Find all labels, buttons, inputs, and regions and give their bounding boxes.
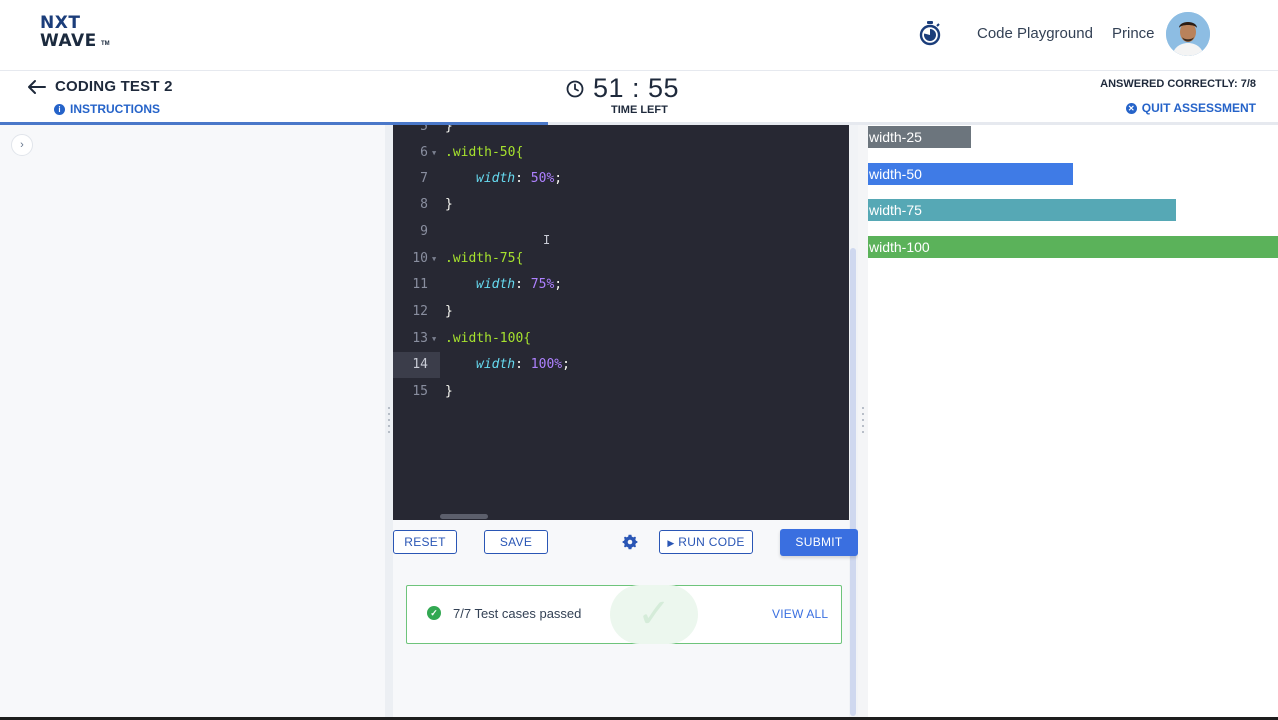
code-text: } [445, 197, 453, 212]
check-circle-icon: ✓ [427, 606, 441, 620]
grip-dot [388, 407, 390, 409]
save-button[interactable]: SAVE [484, 530, 548, 554]
clock-icon [566, 80, 584, 98]
user-name[interactable]: Prince [1112, 25, 1155, 42]
quit-assessment-button[interactable]: ✕ QUIT ASSESSMENT [1125, 101, 1256, 115]
code-text: width: 100%; [476, 357, 570, 372]
instructions-link[interactable]: i INSTRUCTIONS [54, 102, 160, 116]
code-line[interactable]: 15 } [393, 379, 858, 405]
code-text: .width-75{ [445, 251, 524, 266]
line-number: 7 [420, 171, 428, 186]
output-bar-width-100: width-100 [868, 236, 1278, 258]
line-number: 9 [420, 224, 428, 239]
grip-dot [862, 431, 864, 433]
logo-trademark: TM [101, 41, 110, 47]
logo-line-1: NXT [40, 13, 81, 33]
vertical-scrollbar-thumb[interactable] [850, 248, 856, 716]
code-line[interactable]: 9 [393, 219, 858, 245]
code-line-active[interactable]: 14 width: 100%; [393, 352, 858, 378]
code-line[interactable]: 6 ▼ .width-50{ [393, 140, 858, 166]
code-text: } [445, 125, 453, 134]
line-number: 14 [393, 352, 440, 378]
submit-button[interactable]: SUBMIT [780, 529, 858, 556]
code-text: } [445, 384, 453, 399]
code-text: width: 75%; [476, 277, 563, 292]
code-text: .width-50{ [445, 145, 524, 160]
grip-dot [862, 425, 864, 427]
grip-dot [862, 407, 864, 409]
quit-label: QUIT ASSESSMENT [1141, 101, 1256, 115]
close-circle-icon: ✕ [1125, 102, 1137, 114]
output-bar-width-25: width-25 [868, 126, 971, 148]
line-number: 15 [412, 384, 428, 399]
bar-label: width-75 [869, 202, 922, 218]
text-cursor-icon: I [543, 233, 551, 247]
run-code-button[interactable]: ▶ RUN CODE [659, 530, 753, 554]
back-arrow-icon[interactable] [27, 79, 47, 95]
info-icon: i [54, 103, 65, 115]
code-text: width: 50%; [476, 171, 563, 186]
bar-label: width-100 [869, 239, 930, 255]
output-bar-width-50: width-50 [868, 163, 1073, 185]
grip-dot [862, 419, 864, 421]
code-line[interactable]: 10 ▼ .width-75{ [393, 246, 858, 272]
code-line[interactable]: 11 width: 75%; [393, 272, 858, 298]
reset-button[interactable]: RESET [393, 530, 457, 554]
gear-icon[interactable] [622, 534, 638, 550]
chevron-right-icon: › [20, 139, 24, 151]
bar-label: width-50 [869, 166, 922, 182]
avatar-portrait-icon [1166, 12, 1210, 56]
code-editor[interactable]: 5 } 6 ▼ .width-50{ 7 width: 50%; 8 } 9 1… [393, 125, 858, 520]
time-left-value: 51 : 55 [593, 73, 680, 103]
fold-arrow-icon[interactable]: ▼ [432, 246, 436, 272]
grip-dot [388, 419, 390, 421]
logo-line-2: WAVE [40, 31, 97, 51]
line-number: 5 [420, 125, 428, 134]
editor-horizontal-scrollbar[interactable] [440, 514, 488, 519]
view-all-link[interactable]: VIEW ALL [772, 607, 828, 621]
code-text: } [445, 304, 453, 319]
instructions-label: INSTRUCTIONS [70, 102, 160, 116]
code-line[interactable]: 12 } [393, 299, 858, 325]
play-icon: ▶ [667, 538, 675, 548]
line-number: 8 [420, 197, 428, 212]
code-text: .width-100{ [445, 331, 532, 346]
code-line[interactable]: 8 } [393, 192, 858, 218]
question-panel [0, 125, 385, 720]
time-left-label: TIME LEFT [611, 104, 668, 116]
run-code-label: RUN CODE [678, 535, 745, 549]
answered-correctly: ANSWERED CORRECTLY: 7/8 [1100, 78, 1256, 90]
code-line[interactable]: 13 ▼ .width-100{ [393, 326, 858, 352]
bar-label: width-25 [869, 129, 922, 145]
left-resize-handle[interactable] [385, 125, 393, 720]
right-resize-handle[interactable] [858, 125, 868, 720]
grip-dot [862, 413, 864, 415]
fold-arrow-icon[interactable]: ▼ [432, 140, 436, 166]
stopwatch-icon[interactable] [918, 20, 942, 46]
code-line[interactable]: 5 } [393, 125, 858, 140]
grip-dot [388, 413, 390, 415]
expand-panel-button[interactable]: › [11, 134, 33, 156]
code-line[interactable]: 7 width: 50%; [393, 166, 858, 192]
fold-arrow-icon[interactable]: ▼ [432, 326, 436, 352]
grip-dot [388, 431, 390, 433]
output-bar-width-75: width-75 [868, 199, 1176, 221]
code-playground-link[interactable]: Code Playground [977, 25, 1093, 42]
line-number: 11 [412, 277, 428, 292]
user-avatar[interactable] [1166, 12, 1210, 56]
nxtwave-logo[interactable]: NXT WAVE TM [40, 14, 114, 52]
test-title: CODING TEST 2 [55, 78, 173, 95]
test-cases-status: 7/7 Test cases passed [453, 606, 582, 621]
grip-dot [388, 425, 390, 427]
success-watermark-icon: ✓ [610, 585, 698, 644]
line-number: 12 [412, 304, 428, 319]
